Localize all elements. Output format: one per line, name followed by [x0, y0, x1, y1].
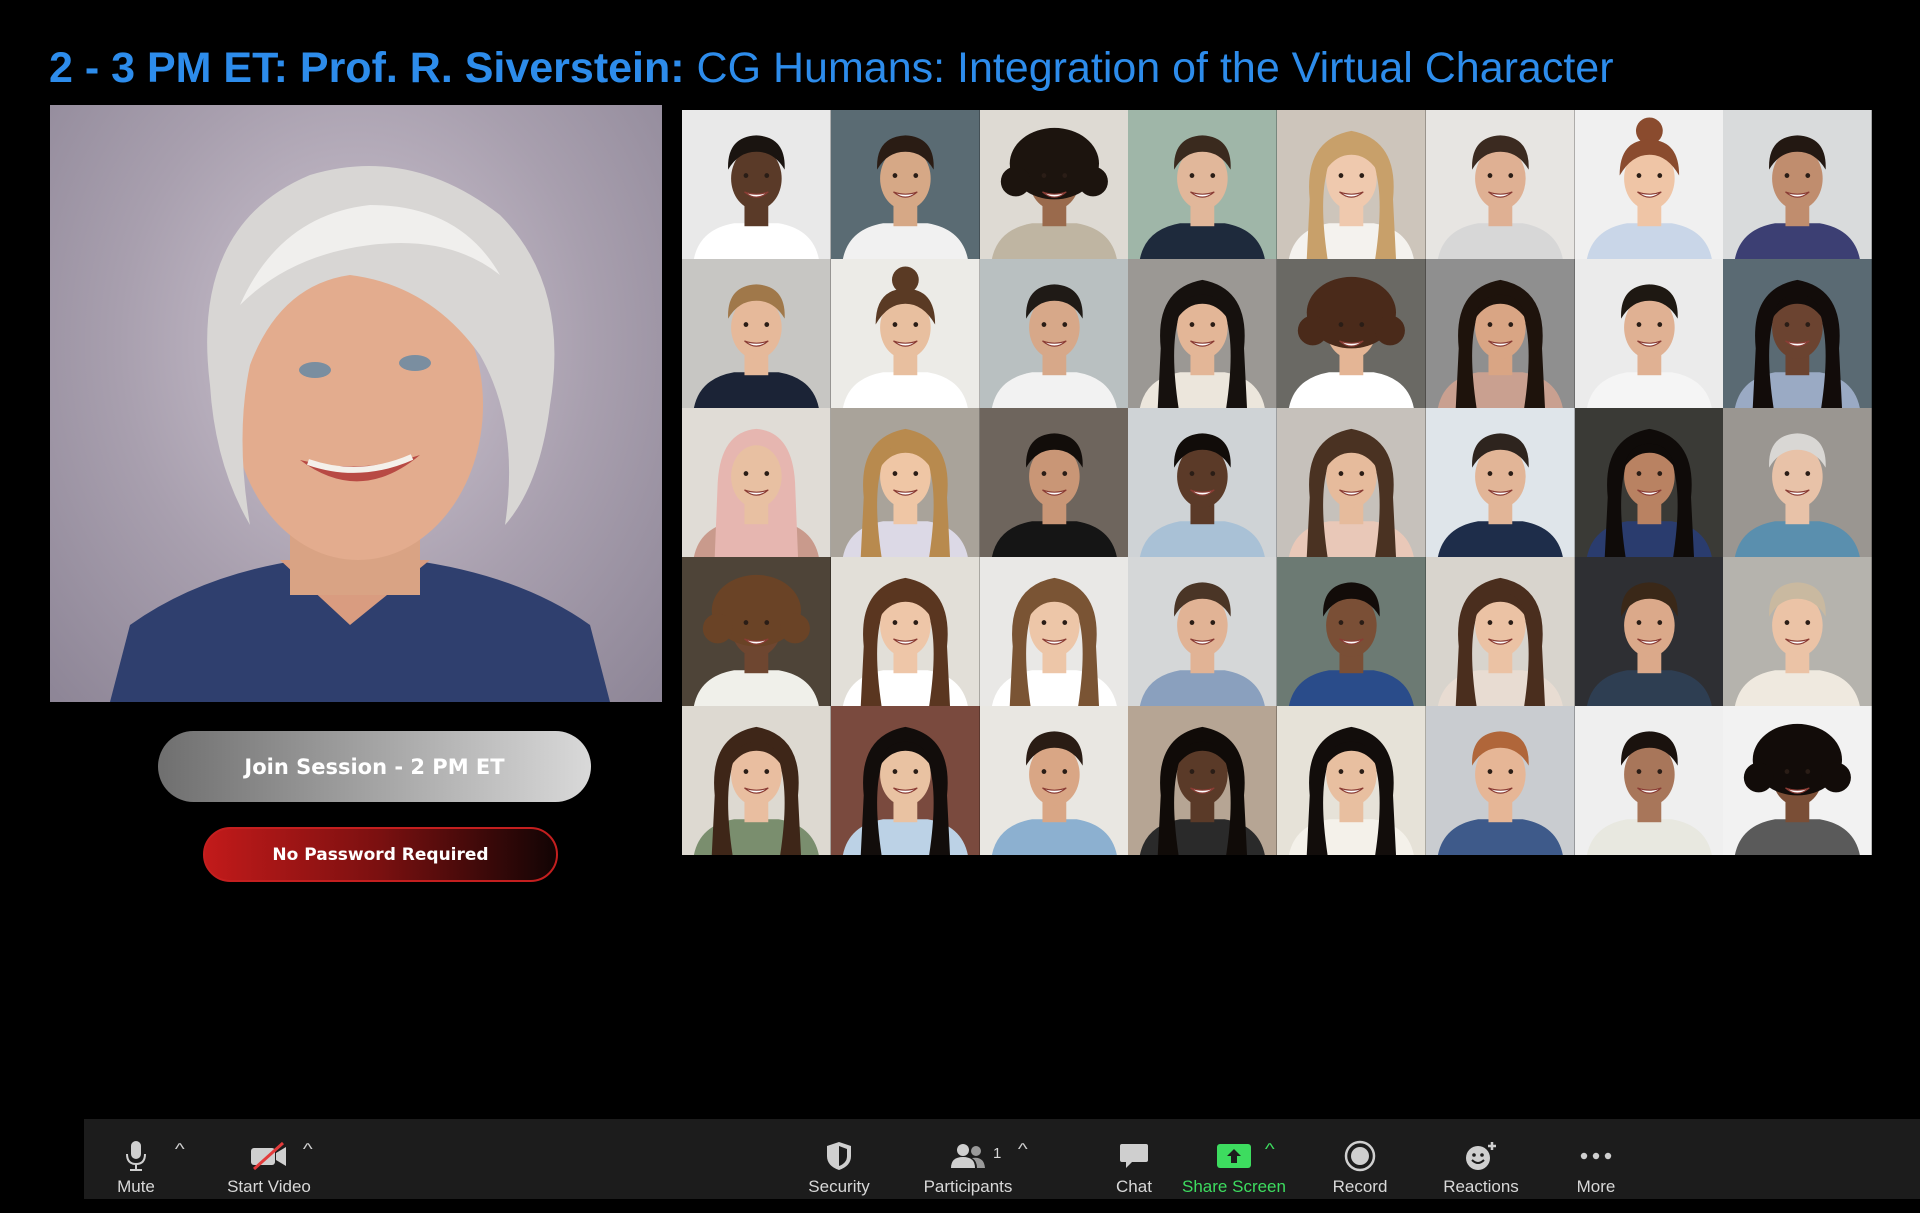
- participant-tile: [1574, 408, 1724, 557]
- meeting-toolbar: Mute ^ Start Video ^ Security Participan…: [84, 1119, 1920, 1199]
- record-label: Record: [1332, 1177, 1388, 1196]
- participant-tile: [1128, 110, 1277, 259]
- share-screen-button[interactable]: Share Screen: [1164, 1119, 1304, 1199]
- participant-tile: [830, 110, 980, 259]
- join-session-button[interactable]: Join Session - 2 PM ET: [158, 731, 591, 802]
- participants-label: Participants: [923, 1177, 1013, 1196]
- participant-tile: [830, 259, 980, 408]
- chat-bubble-icon: [1118, 1139, 1150, 1173]
- share-screen-icon: [1216, 1139, 1252, 1173]
- participant-tile: [1128, 259, 1277, 408]
- chat-label: Chat: [1116, 1177, 1152, 1196]
- participant-tile: [1574, 557, 1724, 706]
- participant-tile: [1277, 557, 1426, 706]
- record-button[interactable]: Record: [1315, 1119, 1405, 1199]
- security-button[interactable]: Security: [794, 1119, 884, 1199]
- participants-count: 1: [993, 1145, 1002, 1162]
- share-screen-label: Share Screen: [1182, 1177, 1286, 1196]
- participant-tile: [1723, 408, 1872, 557]
- participant-tile: [1277, 110, 1426, 259]
- participant-tile: [1723, 557, 1872, 706]
- participant-tile: [830, 706, 980, 855]
- more-button[interactable]: More: [1556, 1119, 1636, 1199]
- emoji-plus-icon: [1463, 1139, 1499, 1173]
- participant-tile: [830, 557, 980, 706]
- participant-tile: [1574, 706, 1724, 855]
- title-bold: 2 - 3 PM ET: Prof. R. Siverstein:: [49, 44, 685, 92]
- share-options-caret-icon[interactable]: ^: [1265, 1141, 1275, 1159]
- reactions-button[interactable]: Reactions: [1426, 1119, 1536, 1199]
- participants-grid: [682, 110, 1872, 855]
- participant-tile: [1425, 557, 1575, 706]
- start-video-label: Start Video: [227, 1177, 311, 1196]
- participant-tile: [682, 408, 831, 557]
- reactions-label: Reactions: [1443, 1177, 1519, 1196]
- participant-tile: [1425, 706, 1575, 855]
- microphone-icon: [125, 1139, 147, 1173]
- record-icon: [1344, 1139, 1376, 1173]
- mute-options-caret-icon[interactable]: ^: [175, 1141, 185, 1159]
- participant-tile: [1723, 110, 1872, 259]
- participant-tile: [1277, 408, 1426, 557]
- participant-tile: [682, 706, 831, 855]
- participant-tile: [682, 259, 831, 408]
- more-label: More: [1576, 1177, 1616, 1196]
- participants-options-caret-icon[interactable]: ^: [1018, 1141, 1028, 1159]
- participant-tile: [1723, 706, 1872, 855]
- participant-tile: [1574, 110, 1724, 259]
- mute-button[interactable]: Mute: [96, 1119, 176, 1199]
- title-regular: CG Humans: Integration of the Virtual Ch…: [684, 44, 1614, 92]
- participant-tile: [1425, 110, 1575, 259]
- page-title: 2 - 3 PM ET: Prof. R. Siverstein: CG Hum…: [49, 42, 1869, 94]
- participant-tile: [682, 110, 831, 259]
- ellipsis-icon: [1580, 1139, 1612, 1173]
- speaker-photo: [50, 105, 662, 702]
- participant-tile: [1277, 706, 1426, 855]
- participant-tile: [830, 408, 980, 557]
- participant-tile: [979, 557, 1129, 706]
- participant-tile: [1128, 408, 1277, 557]
- start-video-button[interactable]: Start Video: [204, 1119, 334, 1199]
- participants-button[interactable]: Participants: [913, 1119, 1023, 1199]
- chat-button[interactable]: Chat: [1099, 1119, 1169, 1199]
- participant-tile: [979, 259, 1129, 408]
- participant-tile: [979, 110, 1129, 259]
- mute-label: Mute: [117, 1177, 155, 1196]
- participant-tile: [682, 557, 831, 706]
- shield-icon: [825, 1139, 853, 1173]
- speaker-portrait: [110, 166, 610, 702]
- participant-tile: [1128, 557, 1277, 706]
- participant-tile: [1425, 259, 1575, 408]
- people-icon: [948, 1139, 988, 1173]
- participant-tile: [979, 408, 1129, 557]
- participant-tile: [1574, 259, 1724, 408]
- participant-tile: [1723, 259, 1872, 408]
- video-options-caret-icon[interactable]: ^: [303, 1141, 313, 1159]
- participant-tile: [1128, 706, 1277, 855]
- video-off-icon: [249, 1139, 289, 1173]
- no-password-button[interactable]: No Password Required: [203, 827, 558, 882]
- security-label: Security: [808, 1177, 870, 1196]
- participant-tile: [979, 706, 1129, 855]
- participant-tile: [1425, 408, 1575, 557]
- participant-tile: [1277, 259, 1426, 408]
